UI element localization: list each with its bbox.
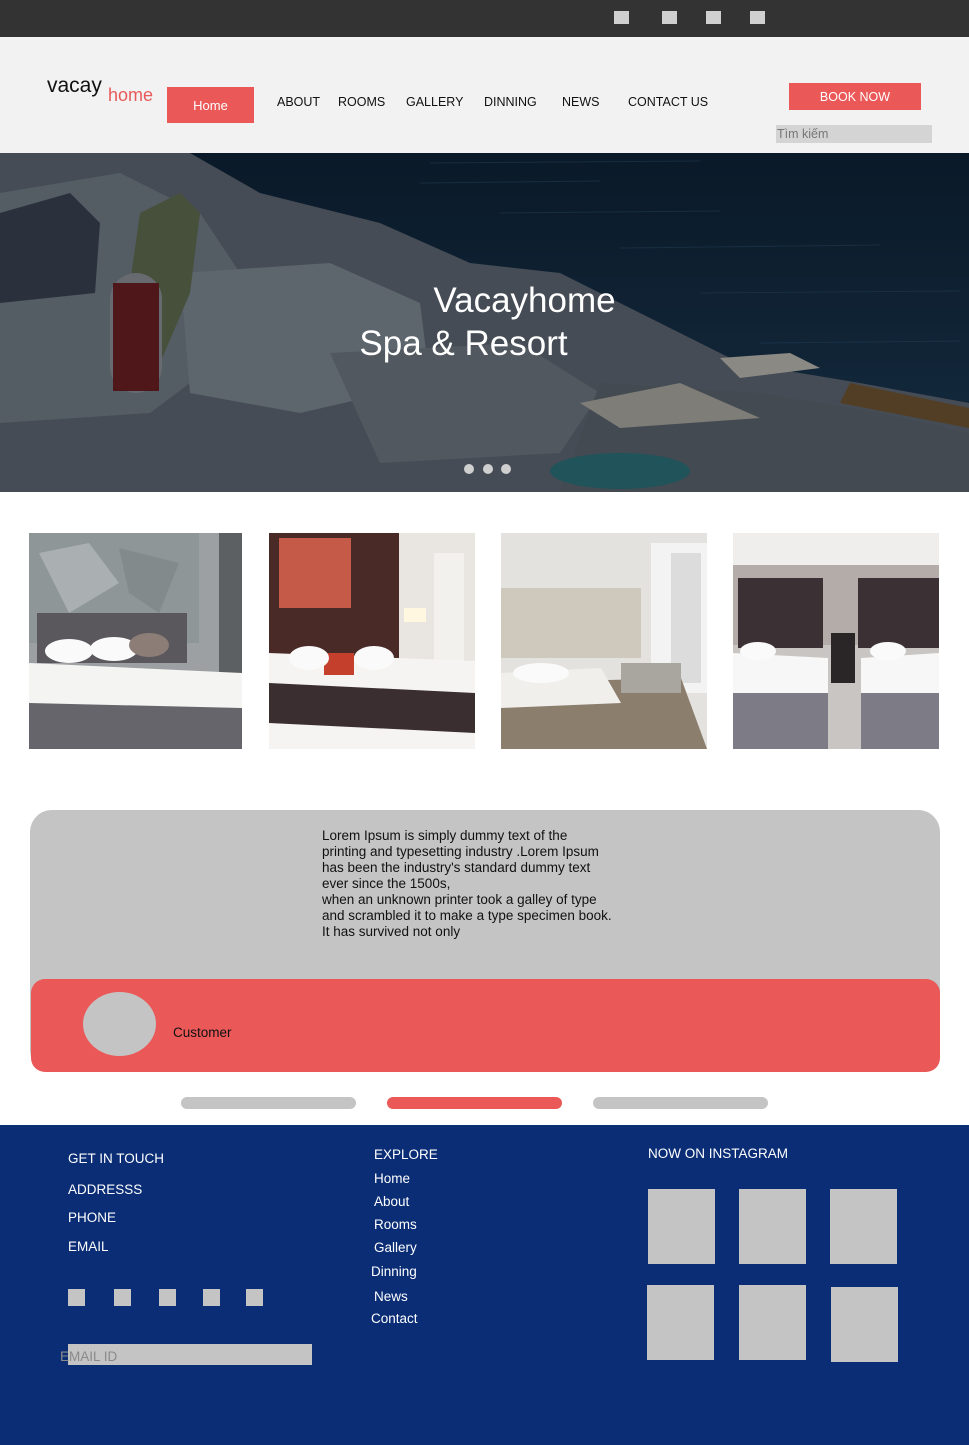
footer-address: ADDRESSS [68,1182,143,1197]
social-icon[interactable] [68,1289,85,1306]
instagram-thumbnail[interactable] [831,1287,898,1362]
customer-bar [31,979,940,1072]
testimonial-line: Lorem Ipsum is simply dummy text of the [322,828,568,843]
social-icon[interactable] [114,1289,131,1306]
instagram-thumbnail[interactable] [739,1189,806,1264]
book-now-button[interactable]: BOOK NOW [789,83,921,110]
footer-link-contact[interactable]: Contact [371,1311,418,1326]
testimonial-line: and scrambled it to make a type specimen… [322,908,612,923]
footer [0,1125,969,1445]
room-image-1[interactable] [29,533,242,749]
instagram-thumbnail[interactable] [647,1285,714,1360]
social-icon[interactable] [706,11,721,24]
nav-about[interactable]: ABOUT [277,95,320,109]
footer-link-home[interactable]: Home [374,1171,410,1186]
customer-name: Customer [173,1025,232,1040]
social-icon[interactable] [750,11,765,24]
social-icon[interactable] [203,1289,220,1306]
search-input[interactable] [776,125,932,143]
testimonial-line: printing and typesetting industry .Lorem… [322,844,599,859]
slide-dot[interactable] [483,464,493,474]
room-image-4[interactable] [733,533,939,749]
testimonial-line: when an unknown printer took a galley of… [322,892,597,907]
hero-banner: Vacayhome Spa & Resort [0,153,969,492]
nav-rooms[interactable]: ROOMS [338,95,385,109]
social-icon[interactable] [614,11,629,24]
footer-link-rooms[interactable]: Rooms [374,1217,417,1232]
social-icon[interactable] [662,11,677,24]
testimonial-text: Lorem Ipsum is simply dummy text of the … [322,828,632,940]
room-image-2[interactable] [269,533,475,749]
hero-title: Vacayhome Spa & Resort [0,279,969,365]
instagram-thumbnail[interactable] [648,1189,715,1264]
nav-news[interactable]: NEWS [562,95,600,109]
footer-explore-heading: EXPLORE [374,1147,438,1162]
testimonial-page-indicator-active[interactable] [387,1097,562,1109]
nav-home-button[interactable]: Home [167,87,254,123]
footer-phone: PHONE [68,1210,117,1225]
hero-title-line2: Spa & Resort [359,324,568,363]
newsletter-email-placeholder: EMAIL ID [60,1349,118,1364]
slide-dot[interactable] [501,464,511,474]
footer-link-gallery[interactable]: Gallery [374,1240,417,1255]
footer-email: EMAIL [68,1239,109,1254]
hero-title-line1: Vacayhome [433,281,616,320]
nav-contact[interactable]: CONTACT US [628,95,708,109]
top-bar [0,0,969,37]
instagram-thumbnail[interactable] [830,1189,897,1264]
testimonial-line: ever since the 1500s, [322,876,451,891]
nav-dinning[interactable]: DINNING [484,95,537,109]
testimonial-page-indicator[interactable] [593,1097,768,1109]
instagram-thumbnail[interactable] [739,1285,806,1360]
social-icon[interactable] [246,1289,263,1306]
room-image-3[interactable] [501,533,707,749]
slide-dot[interactable] [464,464,474,474]
footer-link-about[interactable]: About [374,1194,409,1209]
footer-instagram-heading: NOW ON INSTAGRAM [648,1146,788,1161]
testimonial-line: has been the industry's standard dummy t… [322,860,591,875]
customer-avatar [83,992,156,1056]
footer-link-news[interactable]: News [374,1289,408,1304]
header: vacay home Home ABOUT ROOMS GALLERY DINN… [0,37,969,153]
logo-home[interactable]: home [108,85,153,106]
social-icon[interactable] [159,1289,176,1306]
footer-link-dinning[interactable]: Dinning [371,1264,417,1279]
logo-vacay[interactable]: vacay [47,74,102,98]
testimonial-line: It has survived not only [322,924,461,939]
footer-get-in-touch-heading: GET IN TOUCH [68,1151,165,1166]
nav-gallery[interactable]: GALLERY [406,95,463,109]
testimonial-page-indicator[interactable] [181,1097,356,1109]
